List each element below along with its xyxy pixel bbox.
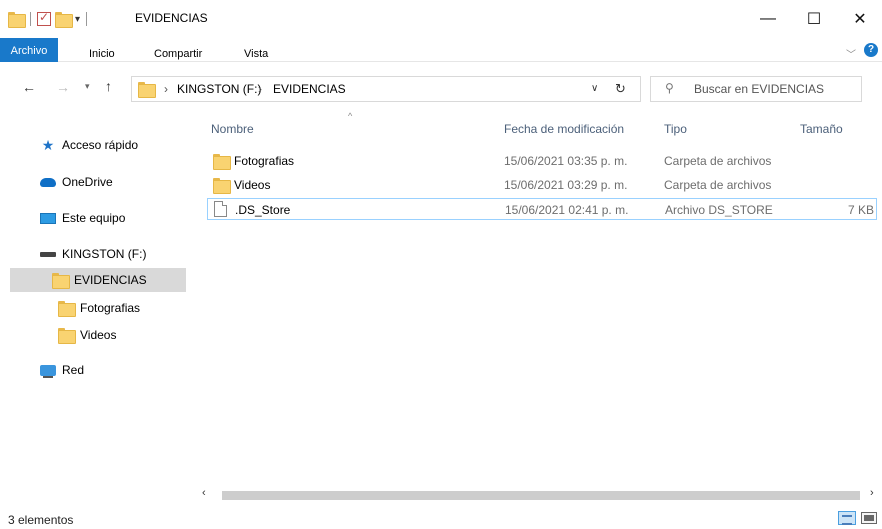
scrollbar-thumb[interactable]	[222, 491, 860, 500]
refresh-icon[interactable]: ↻	[615, 81, 626, 97]
sidebar-item-label: EVIDENCIAS	[74, 273, 147, 287]
column-header-tipo[interactable]: Tipo	[664, 122, 687, 136]
star-icon: ★	[41, 136, 55, 153]
sidebar-item-label: OneDrive	[62, 175, 113, 189]
breadcrumb-kingston[interactable]: KINGSTON (F:)	[177, 82, 261, 96]
file-name: .DS_Store	[235, 203, 291, 217]
sidebar-item-acceso-rapido[interactable]: ★ Acceso rápido	[40, 133, 138, 157]
file-icon	[214, 201, 227, 217]
computer-icon	[40, 212, 56, 224]
tab-archivo[interactable]: Archivo	[0, 38, 58, 62]
search-box[interactable]: ⚲ Buscar en EVIDENCIAS	[650, 76, 862, 102]
window-title: EVIDENCIAS	[135, 11, 208, 25]
drive-icon	[40, 251, 56, 257]
folder-icon	[213, 154, 231, 170]
folder-icon	[213, 178, 231, 194]
file-type: Archivo DS_STORE	[665, 203, 773, 217]
file-name: Fotografias	[234, 154, 295, 168]
sidebar-item-label: KINGSTON (F:)	[62, 247, 147, 261]
sidebar-item-label: Red	[62, 363, 85, 377]
breadcrumb-separator[interactable]: ›	[164, 82, 168, 96]
title-bar: ▾ EVIDENCIAS — ☐ ✕	[0, 0, 882, 38]
scroll-right-icon[interactable]: ›	[870, 487, 874, 499]
table-row[interactable]: .DS_Store 15/06/2021 02:41 p. m. Archivo…	[207, 198, 877, 220]
recent-locations-icon[interactable]: ▾	[85, 81, 90, 92]
search-input[interactable]: Buscar en EVIDENCIAS	[694, 82, 824, 96]
breadcrumb-separator[interactable]: ›	[258, 82, 262, 96]
horizontal-scrollbar[interactable]: ‹ ›	[194, 487, 882, 504]
cloud-icon	[40, 177, 56, 187]
sidebar-item-label: Acceso rápido	[62, 138, 139, 152]
column-header-fecha[interactable]: Fecha de modificación	[504, 122, 624, 136]
scroll-left-icon[interactable]: ‹	[202, 487, 206, 499]
file-name: Videos	[234, 178, 271, 192]
maximize-button[interactable]: ☐	[791, 0, 837, 38]
up-arrow-icon[interactable]: ↑	[105, 78, 112, 94]
network-icon	[40, 364, 56, 378]
file-list: ^ Nombre Fecha de modificación Tipo Tama…	[188, 108, 882, 505]
back-arrow-icon[interactable]: ←	[22, 79, 36, 95]
sidebar-item-kingston[interactable]: KINGSTON (F:)	[40, 242, 146, 266]
file-date: 15/06/2021 03:35 p. m.	[504, 154, 628, 168]
file-date: 15/06/2021 03:29 p. m.	[504, 178, 628, 192]
forward-arrow-icon[interactable]: →	[56, 79, 70, 95]
file-size: 7 KB	[847, 203, 874, 217]
sidebar-item-fotografias[interactable]: Fotografias	[58, 296, 140, 320]
customize-toolbar-icon[interactable]: ▾	[75, 14, 80, 25]
table-row[interactable]: Videos 15/06/2021 03:29 p. m. Carpeta de…	[207, 174, 877, 196]
sidebar-item-label: Fotografias	[80, 301, 141, 315]
new-folder-icon[interactable]	[55, 12, 73, 28]
navigation-pane: ★ Acceso rápido OneDrive Este equipo KIN…	[0, 108, 188, 505]
sidebar-item-videos[interactable]: Videos	[58, 323, 116, 347]
sort-ascending-icon: ^	[348, 111, 353, 121]
sidebar-item-red[interactable]: Red	[40, 358, 84, 382]
folder-icon[interactable]	[8, 12, 26, 28]
column-header-nombre[interactable]: Nombre	[211, 122, 254, 136]
properties-icon[interactable]	[37, 10, 51, 26]
sidebar-item-este-equipo[interactable]: Este equipo	[40, 206, 125, 230]
status-bar: 3 elementos	[0, 505, 882, 529]
table-row[interactable]: Fotografias 15/06/2021 03:35 p. m. Carpe…	[207, 150, 877, 172]
file-date: 15/06/2021 02:41 p. m.	[505, 203, 629, 217]
sidebar-item-evidencias[interactable]: EVIDENCIAS	[10, 268, 186, 292]
navigation-bar: ← → ▾ ↑ › KINGSTON (F:) › EVIDENCIAS ∨ ↻…	[0, 62, 882, 108]
folder-icon	[52, 273, 70, 289]
search-icon: ⚲	[665, 81, 674, 95]
help-icon[interactable]: ?	[864, 43, 878, 57]
large-icons-view-icon[interactable]	[861, 512, 877, 524]
column-header-tamano[interactable]: Tamaño	[800, 122, 843, 136]
divider	[86, 12, 88, 26]
item-count: 3 elementos	[8, 513, 74, 527]
close-button[interactable]: ✕	[837, 0, 882, 38]
file-type: Carpeta de archivos	[664, 178, 772, 192]
file-type: Carpeta de archivos	[664, 154, 772, 168]
details-view-icon[interactable]	[838, 511, 856, 525]
folder-icon	[58, 301, 76, 317]
folder-icon	[58, 328, 76, 344]
quick-access-toolbar: ▾	[8, 10, 89, 28]
breadcrumb-evidencias[interactable]: EVIDENCIAS	[273, 82, 346, 96]
minimize-button[interactable]: —	[745, 0, 791, 38]
address-bar[interactable]: › KINGSTON (F:) › EVIDENCIAS ∨ ↻	[131, 76, 641, 102]
sidebar-item-label: Videos	[80, 328, 117, 342]
sidebar-item-label: Este equipo	[62, 211, 126, 225]
expand-ribbon-icon[interactable]: ﹀	[846, 46, 856, 61]
sidebar-item-onedrive[interactable]: OneDrive	[40, 170, 113, 194]
ribbon-tabs: Archivo Inicio Compartir Vista ﹀ ?	[0, 38, 882, 62]
divider	[30, 12, 31, 26]
chevron-down-icon[interactable]: ∨	[591, 83, 598, 94]
folder-icon	[138, 82, 156, 98]
